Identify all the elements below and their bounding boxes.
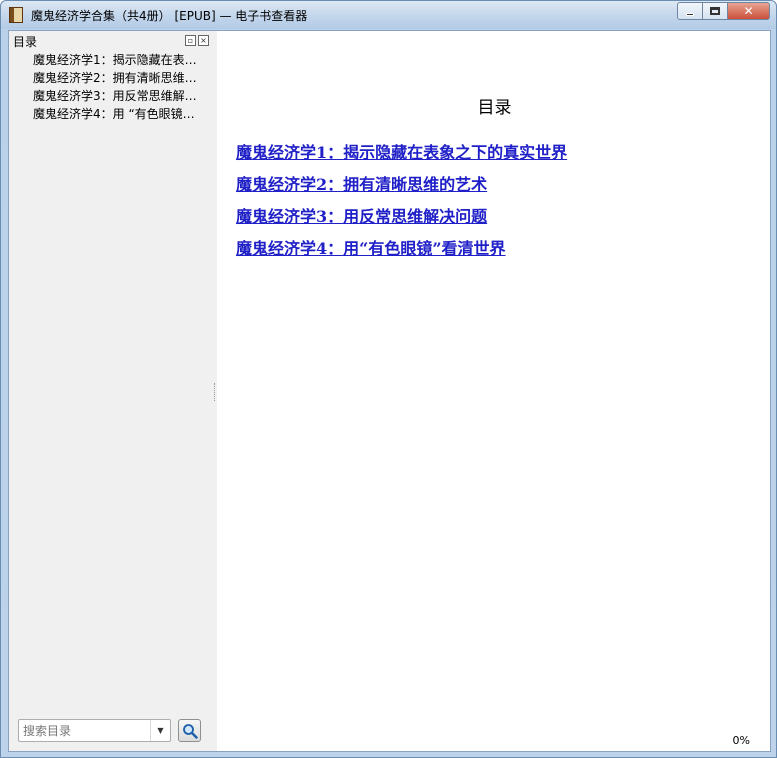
app-window: 魔鬼经济学合集（共4册） [EPUB] — 电子书查看器 ✕ 目录 ▫ × 魔鬼… [0, 0, 777, 758]
toc-link[interactable]: 魔鬼经济学4：用“有色眼镜”看清世界 [236, 237, 567, 269]
reading-progress: 0% [732, 734, 750, 747]
toc-item[interactable]: 魔鬼经济学2：拥有清晰思维… [33, 69, 201, 87]
magnifier-icon [182, 723, 198, 739]
restore-icon: ▫ [187, 36, 194, 45]
book-content: 目录 魔鬼经济学1：揭示隐藏在表象之下的真实世界 魔鬼经济学2：拥有清晰思维的艺… [217, 31, 770, 751]
toc-link[interactable]: 魔鬼经济学2：拥有清晰思维的艺术 [236, 173, 567, 205]
toc-link[interactable]: 魔鬼经济学3：用反常思维解决问题 [236, 205, 567, 237]
toc-item[interactable]: 魔鬼经济学3：用反常思维解… [33, 87, 201, 105]
toc-search-combo[interactable]: ▼ [18, 719, 171, 742]
splitter-handle[interactable] [214, 383, 216, 401]
toc-search-row: ▼ [18, 719, 201, 742]
toc-item[interactable]: 魔鬼经济学1：揭示隐藏在表… [33, 51, 201, 69]
page-title: 目录 [477, 98, 512, 118]
toc-header: 目录 [13, 35, 38, 49]
toc-sidebar: 目录 ▫ × 魔鬼经济学1：揭示隐藏在表… 魔鬼经济学2：拥有清晰思维… 魔鬼经… [9, 31, 215, 751]
close-icon: ✕ [743, 4, 754, 18]
window-controls: ✕ [677, 2, 770, 20]
close-panel-button[interactable]: × [198, 35, 209, 46]
client-area: 目录 ▫ × 魔鬼经济学1：揭示隐藏在表… 魔鬼经济学2：拥有清晰思维… 魔鬼经… [8, 30, 771, 752]
window-title: 魔鬼经济学合集（共4册） [EPUB] — 电子书查看器 [31, 9, 308, 23]
book-icon [9, 7, 23, 23]
minimize-button[interactable] [677, 2, 703, 20]
toc-links: 魔鬼经济学1：揭示隐藏在表象之下的真实世界 魔鬼经济学2：拥有清晰思维的艺术 魔… [236, 141, 567, 269]
toc-item[interactable]: 魔鬼经济学4：用 “有色眼镜… [33, 105, 201, 123]
maximize-icon [710, 7, 720, 15]
toc-search-button[interactable] [178, 719, 201, 742]
minimize-icon [686, 12, 694, 16]
close-window-button[interactable]: ✕ [727, 2, 770, 20]
float-panel-button[interactable]: ▫ [185, 35, 196, 46]
toc-list: 魔鬼经济学1：揭示隐藏在表… 魔鬼经济学2：拥有清晰思维… 魔鬼经济学3：用反常… [33, 51, 201, 123]
maximize-button[interactable] [702, 2, 728, 20]
close-icon: × [200, 36, 207, 45]
toc-panel-buttons: ▫ × [185, 35, 209, 46]
chevron-down-icon[interactable]: ▼ [150, 720, 170, 741]
title-bar: 魔鬼经济学合集（共4册） [EPUB] — 电子书查看器 ✕ [1, 1, 776, 29]
toc-link[interactable]: 魔鬼经济学1：揭示隐藏在表象之下的真实世界 [236, 141, 567, 173]
toc-search-input[interactable] [19, 720, 150, 741]
